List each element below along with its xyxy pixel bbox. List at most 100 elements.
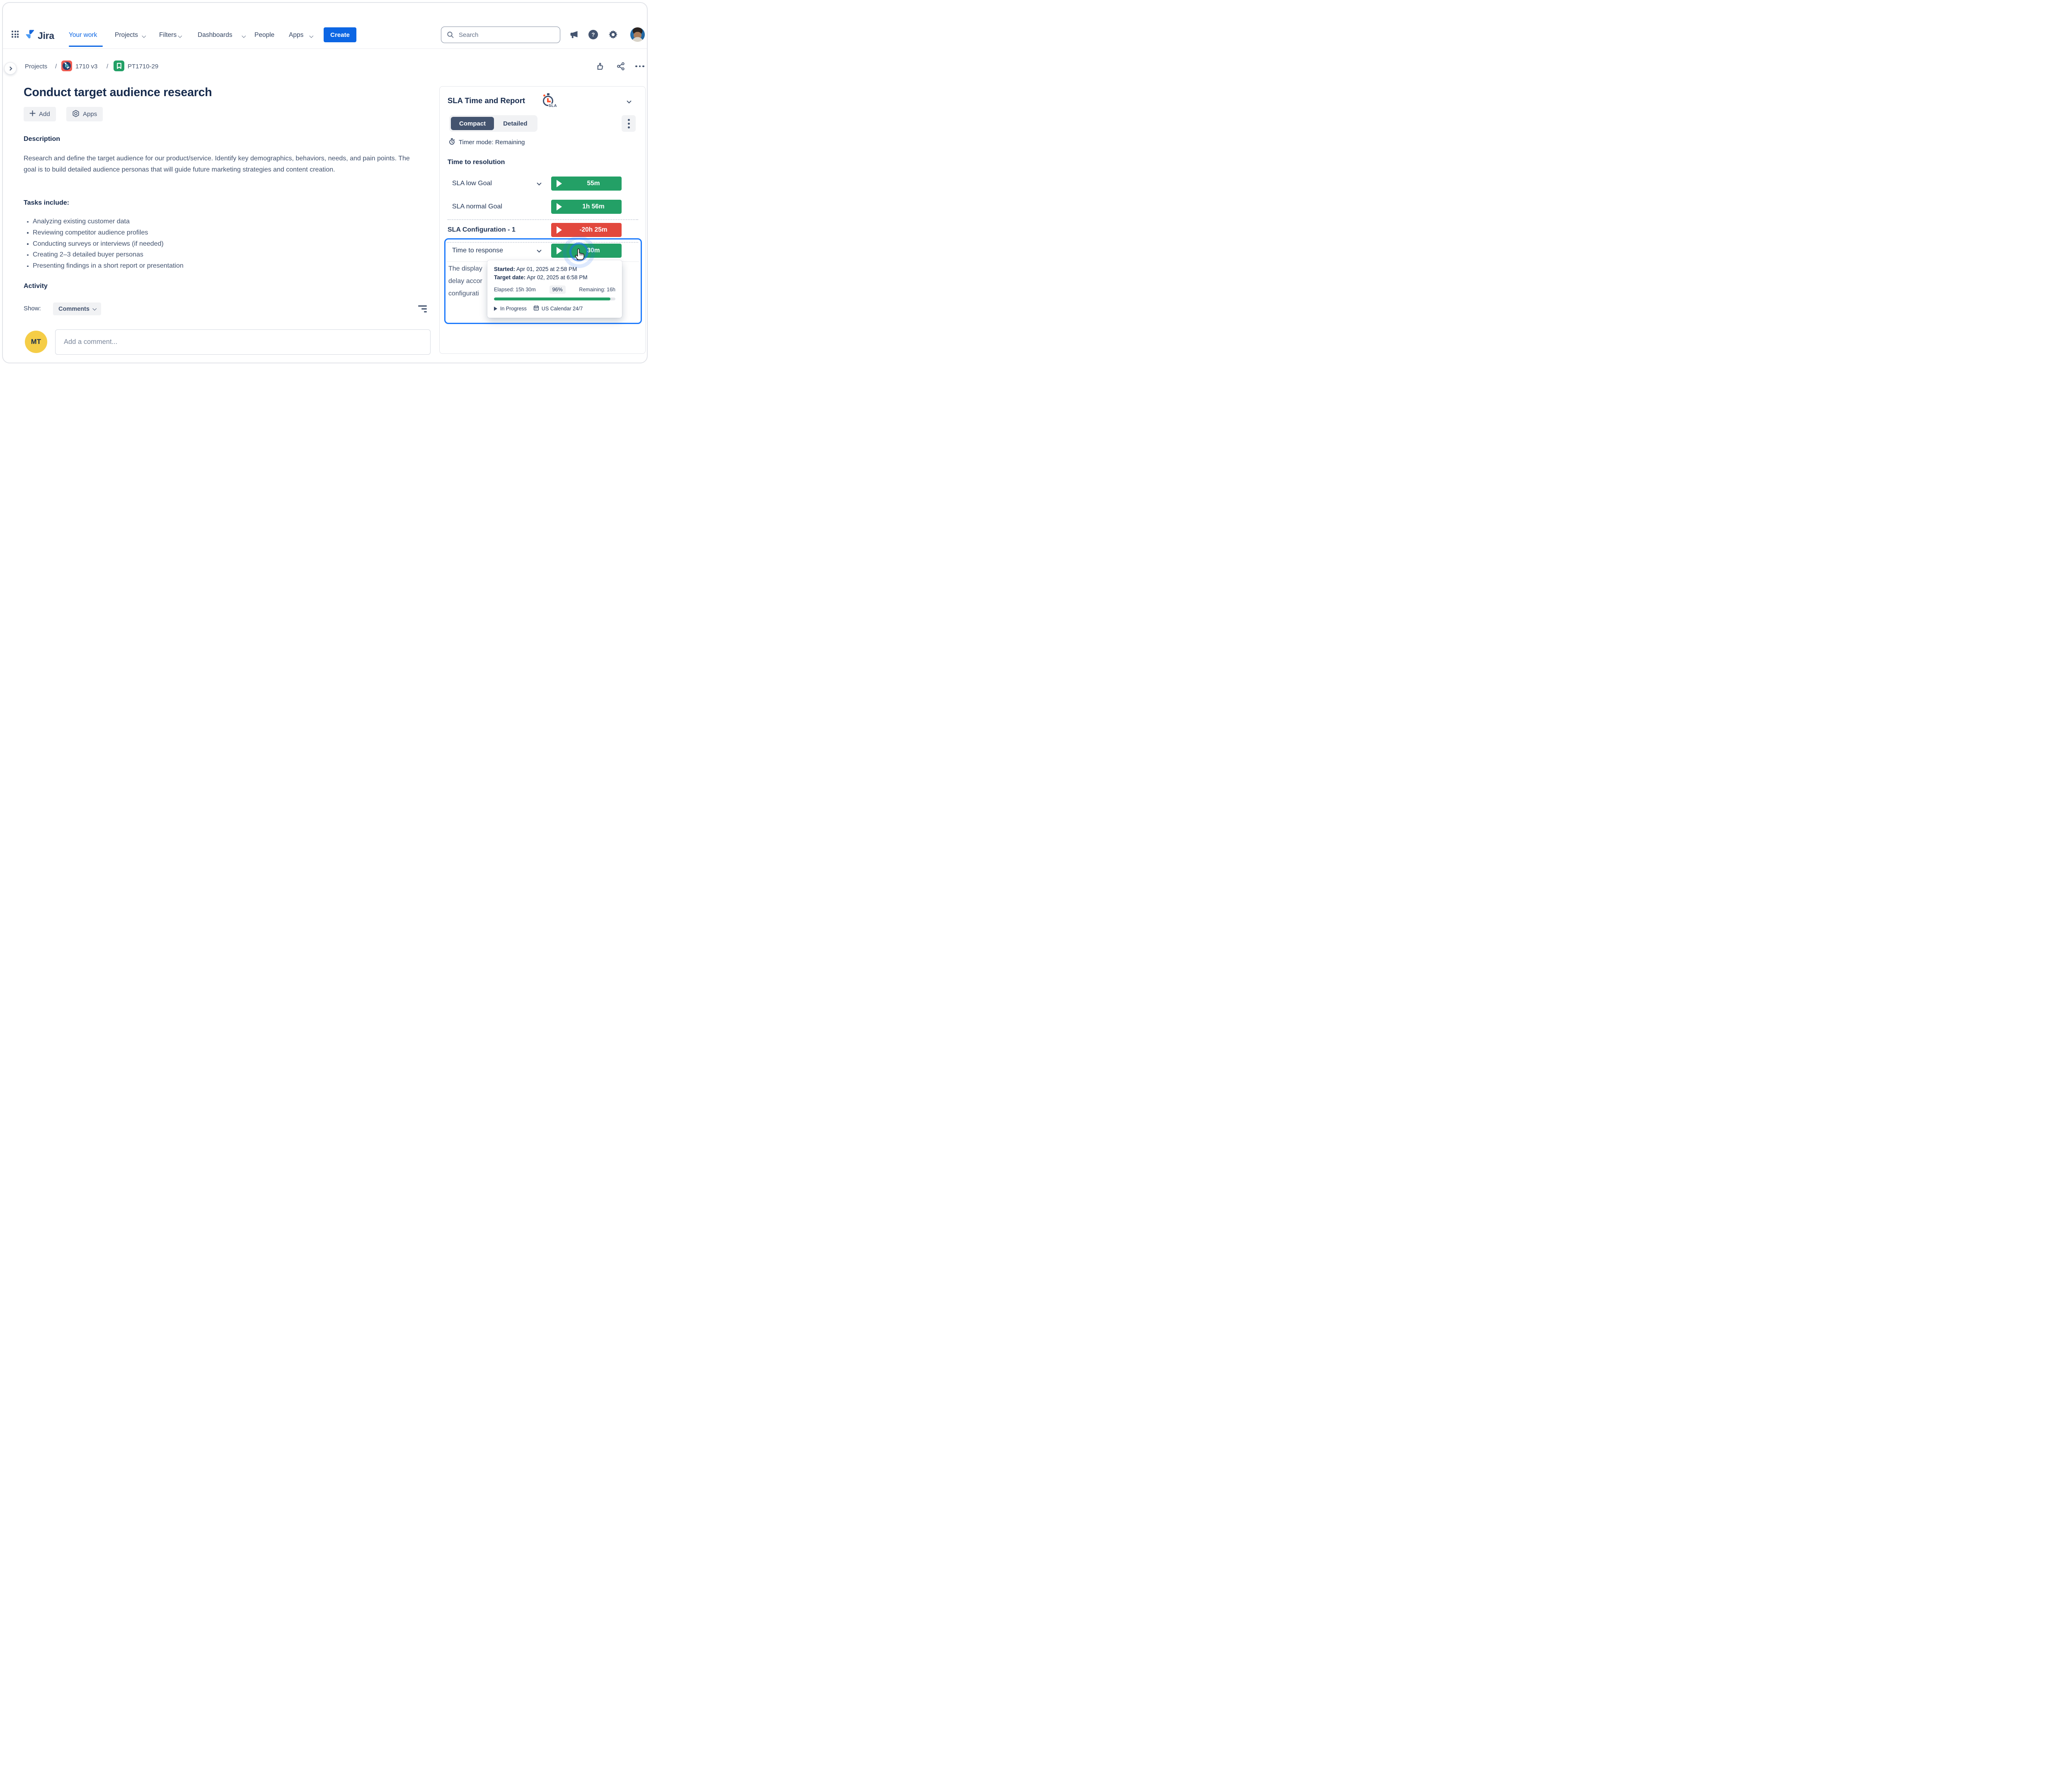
search-icon [447, 31, 454, 41]
status-value: In Progress [500, 305, 527, 312]
sla-app-logo-icon: SLA [541, 93, 557, 109]
apps-hexagon-icon [72, 110, 80, 119]
sla-configuration-timer[interactable]: -20h 25m [551, 223, 622, 237]
comment-input[interactable] [55, 329, 431, 355]
sla-low-goal-label: SLA low Goal [452, 180, 492, 187]
clipped-text-line1: The display [448, 265, 482, 272]
breadcrumb-separator: / [107, 63, 109, 70]
breadcrumb-projects[interactable]: Projects [25, 63, 47, 70]
comments-filter-button[interactable]: Comments [53, 302, 102, 315]
play-icon [557, 180, 562, 187]
jira-logo-word: Jira [38, 30, 54, 41]
current-user-avatar: MT [25, 331, 47, 353]
chevron-down-icon [178, 34, 182, 38]
dotted-divider [447, 242, 638, 243]
expand-sidebar-button[interactable] [4, 62, 17, 75]
nav-active-underline [69, 46, 103, 47]
help-icon[interactable]: ? [588, 30, 598, 39]
task-item: Conducting surveys or interviews (if nee… [26, 239, 184, 250]
jira-logo-mark-icon [24, 29, 35, 42]
task-item: Creating 2–3 detailed buyer personas [26, 249, 184, 261]
nav-filters[interactable]: Filters [159, 31, 177, 39]
breadcrumb-project[interactable]: 1710 v3 [75, 63, 97, 70]
target-date-label: Target date: [494, 274, 526, 281]
sort-order-icon[interactable] [417, 305, 427, 312]
tab-detailed[interactable]: Detailed [495, 117, 535, 130]
target-date-value: Apr 02, 2025 at 6:58 PM [527, 274, 588, 281]
nav-people[interactable]: People [254, 31, 274, 39]
calendar-icon [533, 305, 539, 312]
more-actions-icon[interactable] [635, 61, 645, 71]
sla-normal-goal-label: SLA normal Goal [452, 203, 502, 210]
jira-issue-page: Jira Your work Projects Filters Dashboar… [0, 0, 650, 365]
play-icon [557, 247, 562, 254]
sla-normal-goal-timer[interactable]: 1h 56m [551, 200, 622, 214]
tasks-heading: Tasks include: [24, 199, 69, 206]
breadcrumb-separator: / [55, 63, 57, 70]
user-avatar[interactable] [630, 27, 645, 42]
timer-mode-label: Timer mode: [459, 139, 494, 146]
show-label: Show: [24, 305, 41, 312]
task-item: Reviewing competitor audience profiles [26, 227, 184, 239]
jira-logo[interactable]: Jira [24, 29, 54, 42]
percent-badge: 96% [549, 285, 566, 294]
search-field [441, 27, 560, 43]
add-button[interactable]: Add [24, 107, 56, 121]
nav-projects[interactable]: Projects [115, 31, 138, 39]
description-text: Research and define the target audience … [24, 155, 410, 174]
nav-dashboards[interactable]: Dashboards [198, 31, 232, 39]
clipped-text-line2: delay accor [448, 278, 482, 285]
chevron-right-icon [8, 66, 12, 70]
stopwatch-icon [448, 138, 455, 147]
apps-button[interactable]: Apps [66, 107, 103, 121]
calendar-value: US Calendar 24/7 [541, 305, 583, 312]
settings-gear-icon[interactable] [608, 30, 618, 41]
plus-icon [29, 110, 36, 118]
issue-type-bookmark-icon[interactable] [114, 60, 124, 71]
sla-configuration-label: SLA Configuration - 1 [448, 226, 516, 233]
nav-your-work[interactable]: Your work [69, 31, 97, 39]
time-to-response-label: Time to response [452, 247, 503, 254]
issue-title[interactable]: Conduct target audience research [24, 86, 212, 99]
description-heading: Description [24, 135, 61, 143]
elapsed-value: Elapsed: 15h 30m [494, 287, 536, 293]
create-button[interactable]: Create [324, 27, 356, 42]
started-label: Started: [494, 266, 516, 272]
sla-low-goal-timer[interactable]: 55m [551, 177, 622, 191]
play-icon [557, 203, 562, 210]
activity-heading: Activity [24, 283, 48, 290]
dotted-divider [448, 219, 638, 220]
share-icon[interactable] [616, 61, 626, 71]
megaphone-icon[interactable] [569, 30, 579, 41]
project-avatar-icon[interactable] [61, 60, 72, 71]
nav-divider [3, 48, 647, 49]
sla-hover-tooltip: Started: Apr 01, 2025 at 2:58 PM Target … [487, 260, 622, 318]
chevron-down-icon [142, 34, 146, 38]
chevron-down-icon [92, 306, 97, 310]
remaining-value: Remaining: 16h [579, 287, 615, 293]
status-play-icon [494, 306, 497, 311]
task-item: Analyzing existing customer data [26, 216, 184, 227]
sla-progress-bar [494, 298, 615, 300]
play-icon [557, 226, 562, 234]
search-input[interactable] [441, 27, 560, 43]
tasks-list: Analyzing existing customer data Reviewi… [26, 216, 184, 272]
sla-progress-fill [494, 298, 611, 300]
sla-panel-title: SLA Time and Report [448, 96, 525, 105]
clipped-text-line3: configurati [448, 290, 479, 297]
view-mode-switcher: Compact Detailed [449, 115, 537, 132]
timer-mode-row: Timer mode: Remaining [448, 138, 525, 147]
chevron-down-icon [242, 34, 246, 38]
nav-apps[interactable]: Apps [289, 31, 303, 39]
panel-menu-kebab-icon[interactable] [622, 115, 636, 132]
app-switcher-icon[interactable] [12, 31, 19, 39]
time-to-resolution-heading: Time to resolution [448, 159, 505, 166]
chevron-down-icon [309, 34, 313, 38]
started-value: Apr 01, 2025 at 2:58 PM [516, 266, 577, 272]
breadcrumb-issue-key[interactable]: PT1710-29 [128, 63, 158, 70]
like-thumbs-up-icon[interactable] [595, 61, 605, 71]
tab-compact[interactable]: Compact [451, 117, 494, 130]
timer-mode-value: Remaining [495, 139, 525, 146]
hand-cursor-icon [573, 246, 587, 263]
task-item: Presenting findings in a short report or… [26, 261, 184, 272]
